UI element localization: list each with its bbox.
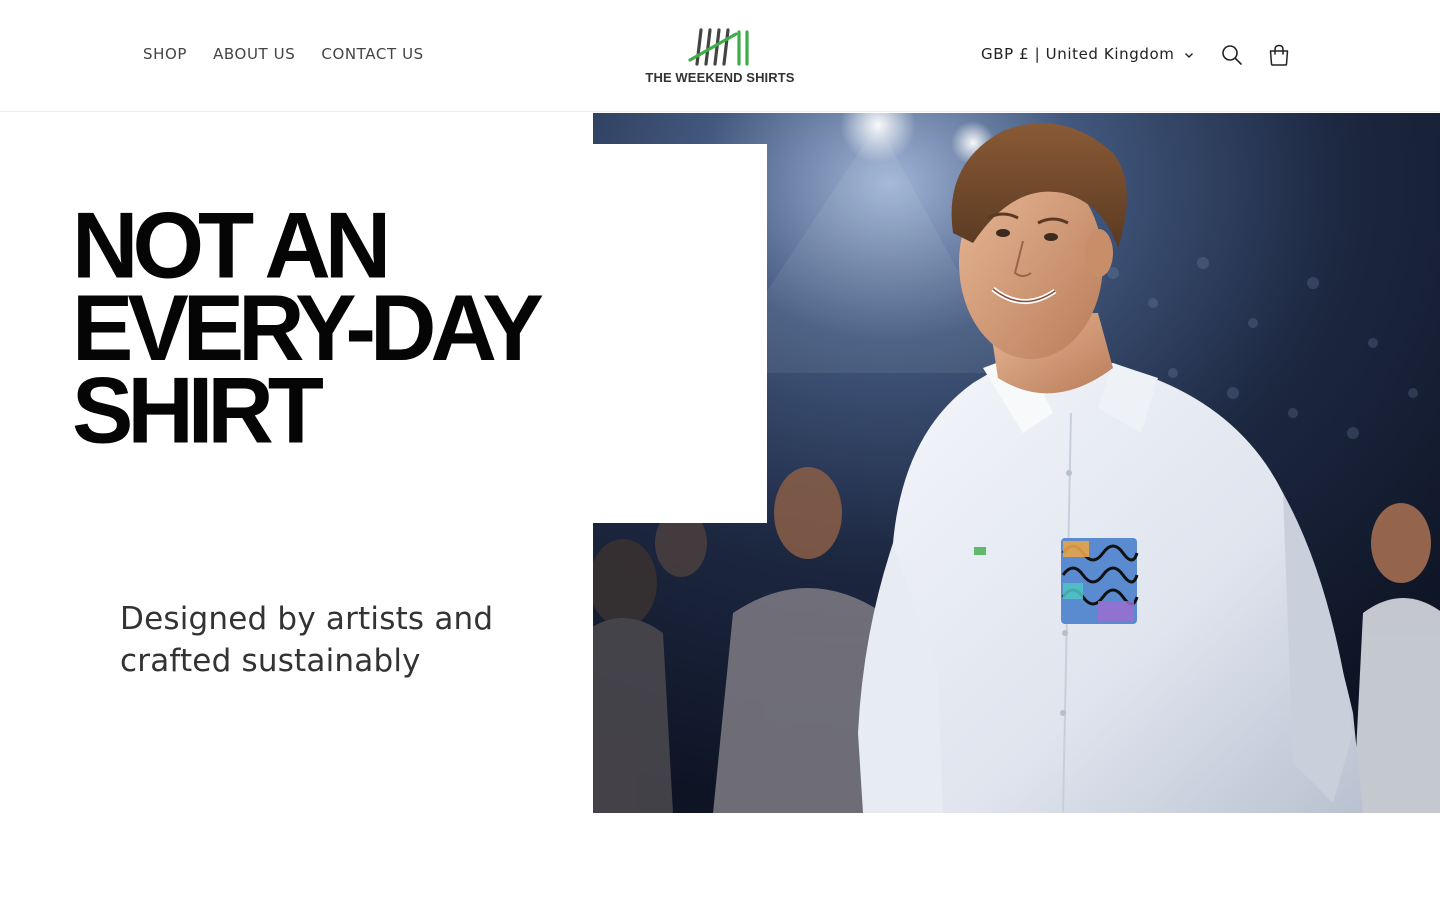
hero-headline-line: EVERY-DAY (72, 276, 544, 381)
hero-tagline-line: crafted sustainably (120, 643, 421, 679)
hero-headline-line: NOT AN (72, 193, 391, 298)
hero-headline: NOT AN EVERY-DAY SHIRT (72, 193, 544, 464)
nav-item-contact-us: CONTACT US (321, 44, 423, 64)
hero-headline-line: SHIRT (72, 359, 324, 464)
nav-item-shop: SHOP (143, 44, 187, 64)
page-below-hero (0, 813, 1440, 900)
cart-button[interactable] (1264, 40, 1294, 70)
chevron-down-icon (1185, 52, 1194, 58)
site-header: SHOP ABOUT US CONTACT US THE WEEKEND SHI… (0, 0, 1440, 112)
locale-label: GBP £ | United Kingdom (981, 45, 1175, 63)
nav-link-about-us[interactable]: ABOUT US (213, 45, 295, 63)
hero-white-panel (593, 144, 767, 523)
hero-tagline: Designed by artists and crafted sustaina… (120, 598, 560, 682)
site-logo[interactable]: THE WEEKEND SHIRTS (640, 26, 800, 88)
nav-link-contact-us[interactable]: CONTACT US (321, 45, 423, 63)
nav-link-shop[interactable]: SHOP (143, 45, 187, 63)
hero-banner: NOT AN EVERY-DAY SHIRT Designed by artis… (0, 113, 1440, 813)
nav-item-about-us: ABOUT US (213, 44, 295, 64)
cart-icon (1269, 44, 1289, 66)
main-nav: SHOP ABOUT US CONTACT US (143, 44, 424, 64)
logo-text: THE WEEKEND SHIRTS (645, 70, 795, 85)
search-button[interactable] (1217, 40, 1247, 70)
hero-tagline-line: Designed by artists and (120, 601, 494, 637)
search-icon (1222, 45, 1242, 65)
tally-marks-logo-icon (688, 28, 749, 66)
locale-selector[interactable]: GBP £ | United Kingdom (981, 43, 1194, 65)
